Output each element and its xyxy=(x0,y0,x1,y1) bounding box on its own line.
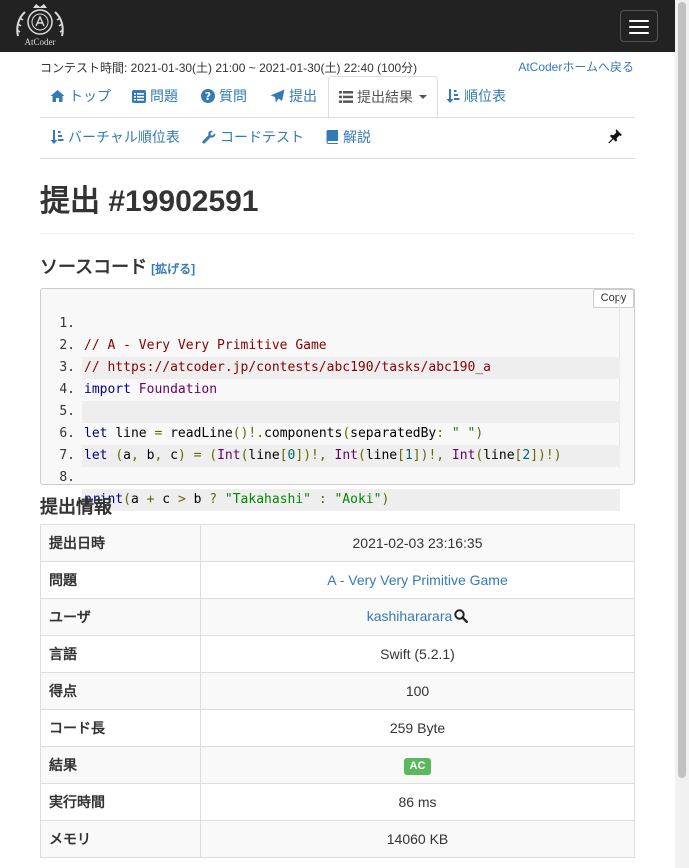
tab-standings-label: 順位表 xyxy=(464,88,506,104)
submit-time-label: 提出日時 xyxy=(40,524,201,562)
search-icon[interactable] xyxy=(454,609,469,626)
table-row: メモリ 14060 KB xyxy=(40,820,635,858)
user-value: kashihararara xyxy=(200,598,635,636)
memory-value: 14060 KB xyxy=(200,820,635,858)
table-row: コード長 259 Byte xyxy=(40,709,635,747)
language-value: Swift (5.2.1) xyxy=(200,635,635,673)
home-icon xyxy=(50,90,65,102)
line-number: 8. xyxy=(59,470,75,485)
result-label: 結果 xyxy=(40,746,201,784)
table-row: 得点 100 xyxy=(40,672,635,710)
source-code-heading: ソースコード [拡げる] xyxy=(40,253,195,279)
list-icon xyxy=(339,91,353,103)
code-line: 1. // A - Very Very Primitive Game xyxy=(42,291,620,353)
submission-info-table: 提出日時 2021-02-03 23:16:35 問題 A - Very Ver… xyxy=(40,524,635,858)
code-line: 3. import Foundation xyxy=(42,335,620,397)
code-line: 6. let (a, b, c) = (Int(line[0])!, Int(l… xyxy=(42,401,620,467)
tab-virtual-standings-label: バーチャル順位表 xyxy=(68,129,180,145)
code-line: 7. xyxy=(42,423,620,463)
code-line: 5. let line = readLine()!.components(sep… xyxy=(42,379,620,441)
tab-results[interactable]: 提出結果 xyxy=(328,76,438,118)
score-label: 得点 xyxy=(40,672,201,710)
tab-submit-label: 提出 xyxy=(289,88,317,104)
code-text: print(a + c > b ? "Takahashi" : "Aoki") xyxy=(82,489,620,511)
code-line: 4. xyxy=(42,357,620,423)
wrench-icon xyxy=(202,130,216,144)
code-line: 2. // https://atcoder.jp/contests/abc190… xyxy=(42,313,620,379)
source-code-box: Copy 1. // A - Very Very Primitive Game … xyxy=(40,288,635,511)
tab-questions[interactable]: ? 質問 xyxy=(201,76,247,116)
top-navbar: AtCoder xyxy=(0,0,675,52)
atcoder-home-link[interactable]: AtCoderホームへ戻る xyxy=(518,58,634,75)
page-scrollbar[interactable] xyxy=(675,0,689,868)
table-row: 結果 AC xyxy=(40,746,635,784)
tab-code-test-label: コードテスト xyxy=(220,129,304,145)
source-code-heading-text: ソースコード xyxy=(40,257,148,277)
laurel-crest-icon xyxy=(16,4,64,37)
expand-code-link[interactable]: [拡げる] xyxy=(151,262,195,276)
question-circle-icon: ? xyxy=(201,89,215,103)
tab-virtual-standings[interactable]: バーチャル順位表 xyxy=(50,117,180,157)
result-value: AC xyxy=(200,746,635,784)
code-line: 8. print(a + c > b ? "Takahashi" : "Aoki… xyxy=(42,445,620,511)
table-row: 言語 Swift (5.2.1) xyxy=(40,635,635,673)
tab-submit[interactable]: 提出 xyxy=(270,76,317,116)
sort-amount-icon xyxy=(446,89,460,103)
scrollbar-thumb[interactable] xyxy=(678,2,686,778)
task-label: 問題 xyxy=(40,561,201,599)
memory-label: メモリ xyxy=(40,820,201,858)
send-icon xyxy=(270,89,285,103)
task-link[interactable]: A - Very Very Primitive Game xyxy=(327,572,508,588)
exec-time-label: 実行時間 xyxy=(40,783,201,821)
pin-button[interactable] xyxy=(607,128,623,149)
list-icon xyxy=(132,89,146,103)
hamburger-icon-bar xyxy=(629,32,649,34)
submission-info-heading: 提出情報 xyxy=(40,497,112,517)
nav-bottom-divider xyxy=(40,158,635,159)
tab-questions-label: 質問 xyxy=(219,88,247,104)
code-length-value: 259 Byte xyxy=(200,709,635,747)
table-row: 提出日時 2021-02-03 23:16:35 xyxy=(40,524,635,562)
tab-standings[interactable]: 順位表 xyxy=(446,76,506,116)
hamburger-icon xyxy=(629,20,649,22)
tab-top[interactable]: トップ xyxy=(50,76,111,116)
sort-amount-icon xyxy=(50,130,64,144)
task-value: A - Very Very Primitive Game xyxy=(200,561,635,599)
submit-time-value: 2021-02-03 23:16:35 xyxy=(200,524,635,562)
language-label: 言語 xyxy=(40,635,201,673)
tab-code-test[interactable]: コードテスト xyxy=(202,117,304,157)
book-icon xyxy=(326,130,338,144)
user-label: ユーザ xyxy=(40,598,201,636)
code-length-label: コード長 xyxy=(40,709,201,747)
menu-toggle-button[interactable] xyxy=(620,10,658,42)
thumbtack-icon xyxy=(608,129,622,144)
exec-time-value: 86 ms xyxy=(200,783,635,821)
status-badge: AC xyxy=(403,757,432,775)
table-row: 問題 A - Very Very Primitive Game xyxy=(40,561,635,599)
tab-top-label: トップ xyxy=(69,88,111,104)
tab-problems-label: 問題 xyxy=(150,88,178,104)
tab-problems[interactable]: 問題 xyxy=(132,76,178,116)
page-title: 提出 #19902591 xyxy=(40,185,259,218)
tab-editorial[interactable]: 解説 xyxy=(326,117,371,157)
title-divider xyxy=(40,233,635,234)
score-value: 100 xyxy=(200,672,635,710)
caret-down-icon xyxy=(419,95,427,99)
code-lines: 1. // A - Very Very Primitive Game 2. //… xyxy=(42,291,620,511)
contest-time: コンテスト時間: 2021-01-30(土) 21:00 ~ 2021-01-3… xyxy=(40,61,418,75)
atcoder-logo[interactable]: AtCoder xyxy=(14,2,66,48)
table-row: ユーザ kashihararara xyxy=(40,598,635,636)
tab-editorial-label: 解説 xyxy=(343,129,371,145)
svg-text:?: ? xyxy=(205,90,211,103)
table-row: 実行時間 86 ms xyxy=(40,783,635,821)
user-link[interactable]: kashihararara xyxy=(367,608,453,624)
hamburger-icon-bar xyxy=(629,26,649,28)
logo-text: AtCoder xyxy=(24,37,56,47)
tab-results-label: 提出結果 xyxy=(357,89,413,105)
